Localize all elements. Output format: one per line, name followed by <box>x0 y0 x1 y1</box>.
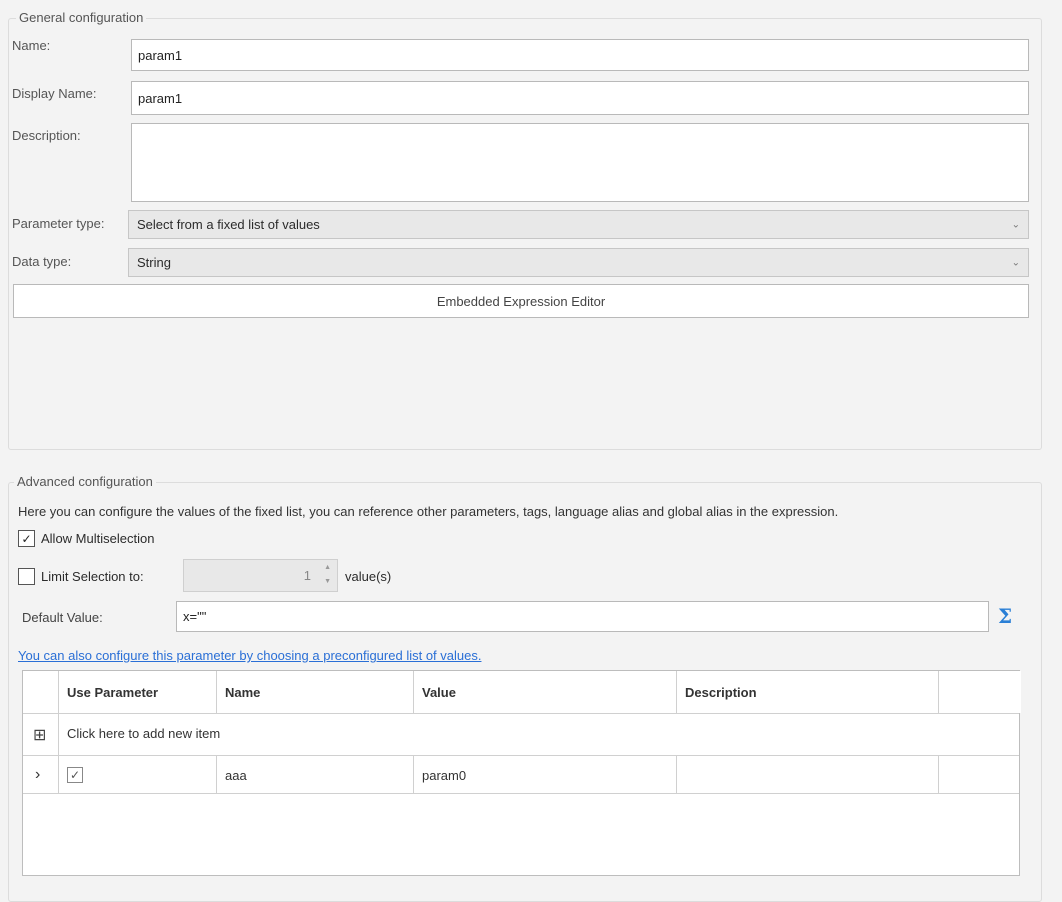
grid-header-expander <box>23 671 59 713</box>
display-name-input[interactable]: param1 <box>131 81 1029 115</box>
allow-multiselection-label: Allow Multiselection <box>41 531 155 546</box>
description-textarea[interactable] <box>131 123 1029 202</box>
grid-add-row[interactable]: ⊞ Click here to add new item <box>23 713 1019 756</box>
add-row-label[interactable]: Click here to add new item <box>67 726 220 741</box>
spin-up-icon[interactable]: ▲ <box>324 564 331 571</box>
grid-header-use-parameter[interactable]: Use Parameter <box>59 671 217 713</box>
description-label: Description: <box>12 128 81 143</box>
name-input[interactable]: param1 <box>131 39 1029 71</box>
sigma-icon[interactable]: Σ <box>998 604 1012 628</box>
row-name-cell[interactable]: aaa <box>217 756 414 794</box>
default-value-input[interactable]: x="" <box>176 601 989 632</box>
add-row-icon-cell: ⊞ <box>23 714 59 756</box>
values-grid: Use Parameter Name Value Description ⊞ C… <box>22 670 1021 876</box>
grid-header-value[interactable]: Value <box>414 671 677 713</box>
embedded-expression-editor-button[interactable]: Embedded Expression Editor <box>13 284 1029 318</box>
row-expander[interactable]: › <box>23 756 59 794</box>
limit-value-spinner[interactable]: 1 ▲ ▼ <box>183 559 338 592</box>
allow-multiselection-row[interactable]: ✓ Allow Multiselection <box>18 530 154 547</box>
row-value-cell[interactable]: param0 <box>414 756 677 794</box>
parameter-type-label: Parameter type: <box>12 216 105 231</box>
allow-multiselection-checkbox[interactable]: ✓ <box>18 530 35 547</box>
name-input-value: param1 <box>138 47 183 63</box>
chevron-down-icon: ⌄ <box>1011 257 1020 268</box>
chevron-right-icon[interactable]: › <box>35 766 40 784</box>
data-type-select[interactable]: String ⌄ <box>128 248 1029 277</box>
checkmark-icon: ✓ <box>21 531 32 546</box>
data-type-label: Data type: <box>12 254 72 269</box>
limit-unit-label: value(s) <box>345 569 392 584</box>
chevron-down-icon: ⌄ <box>1011 219 1020 230</box>
grid-header-extra <box>939 671 1021 713</box>
add-row-icon: ⊞ <box>33 727 47 744</box>
checkmark-icon: ✓ <box>69 768 81 782</box>
row-use-parameter-checkbox[interactable]: ✓ <box>67 767 83 783</box>
advanced-configuration-title: Advanced configuration <box>14 474 156 490</box>
row-name: aaa <box>225 767 247 783</box>
default-value-text: x="" <box>183 609 207 624</box>
name-label: Name: <box>12 38 51 53</box>
row-use-parameter-cell[interactable]: ✓ <box>59 756 217 794</box>
row-extra-cell <box>939 756 1021 794</box>
table-row[interactable]: › ✓ aaa param0 <box>23 755 1019 794</box>
general-configuration-title: General configuration <box>16 10 147 26</box>
row-value: param0 <box>422 767 467 783</box>
row-description-cell[interactable] <box>677 756 939 794</box>
limit-selection-checkbox[interactable] <box>18 568 35 585</box>
spin-down-icon[interactable]: ▼ <box>324 578 331 585</box>
advanced-description: Here you can configure the values of the… <box>18 504 839 519</box>
display-name-label: Display Name: <box>12 86 97 101</box>
parameter-type-value: Select from a fixed list of values <box>137 217 320 232</box>
embedded-expression-editor-label: Embedded Expression Editor <box>436 293 606 309</box>
limit-selection-row[interactable]: Limit Selection to: <box>18 568 144 585</box>
limit-value: 1 <box>303 568 311 583</box>
data-type-value: String <box>137 255 171 270</box>
display-name-input-value: param1 <box>138 90 183 106</box>
grid-header-description[interactable]: Description <box>677 671 939 713</box>
default-value-label: Default Value: <box>22 610 103 625</box>
preconfigured-list-link[interactable]: You can also configure this parameter by… <box>18 648 481 663</box>
grid-empty-area <box>23 793 1019 794</box>
parameter-type-select[interactable]: Select from a fixed list of values ⌄ <box>128 210 1029 239</box>
grid-header-name[interactable]: Name <box>217 671 414 713</box>
limit-selection-label: Limit Selection to: <box>41 569 144 584</box>
